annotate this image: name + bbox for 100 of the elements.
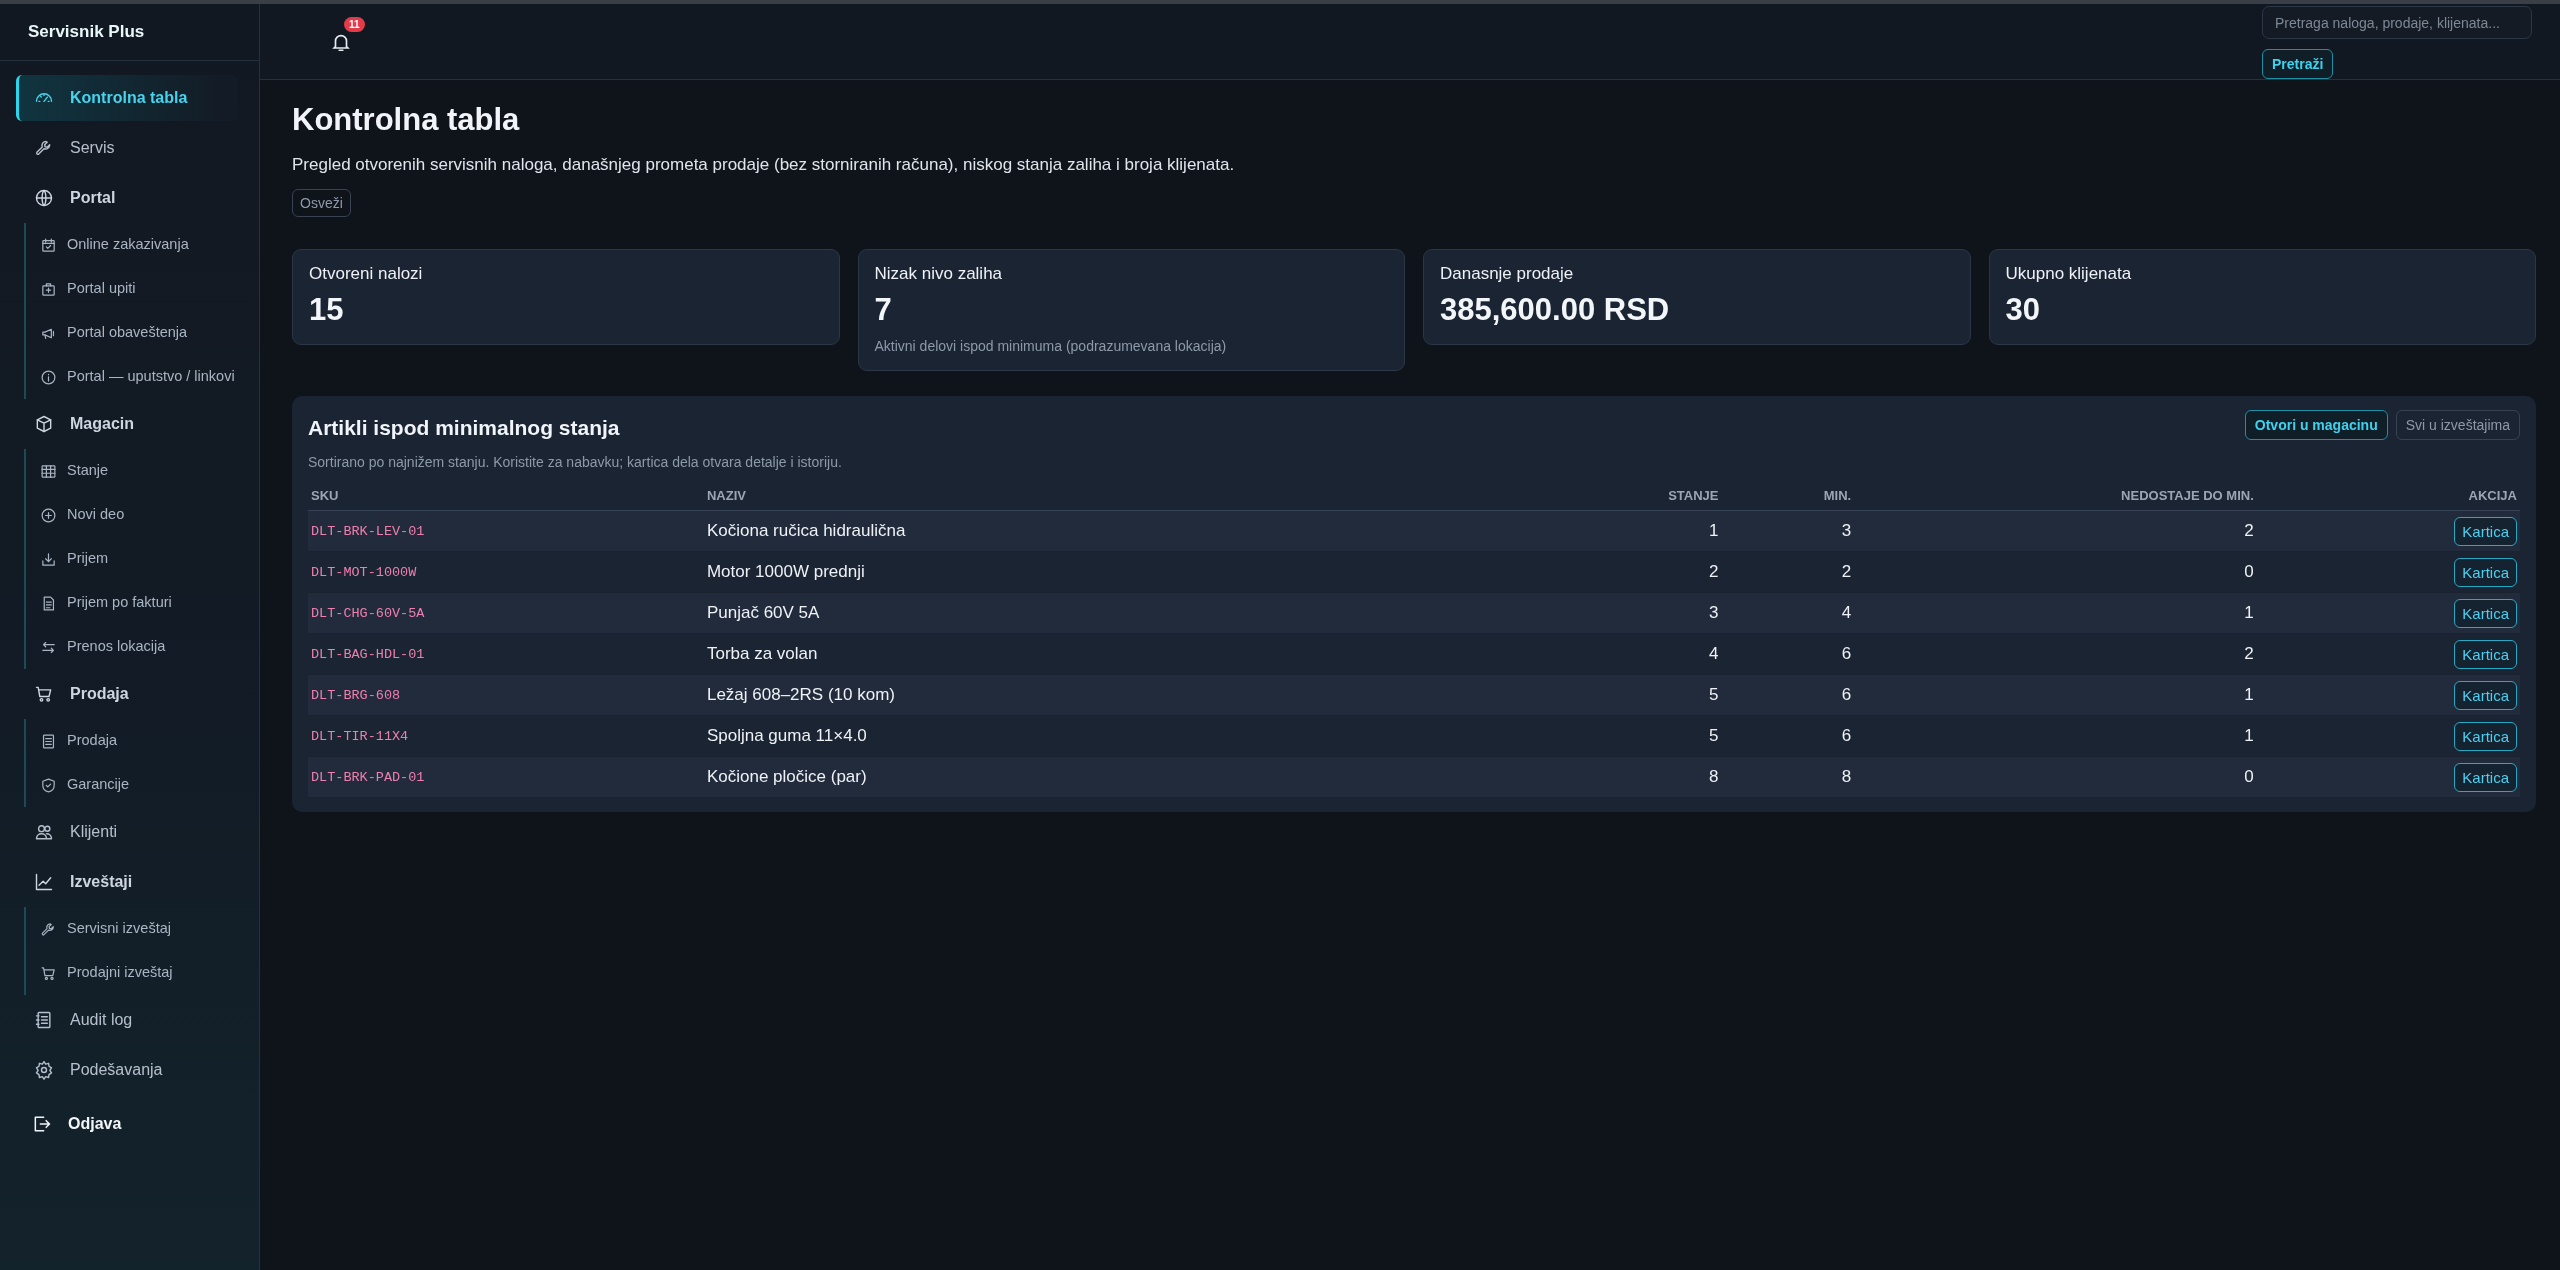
name-cell: Torba za volan xyxy=(703,633,1390,675)
name-cell: Ležaj 608–2RS (10 kom) xyxy=(703,674,1390,716)
settings-icon xyxy=(34,1060,54,1080)
missing-cell: 0 xyxy=(1854,551,2257,593)
cart-icon xyxy=(40,964,57,982)
card-button[interactable]: Kartica xyxy=(2454,557,2517,587)
nav-item[interactable]: Izveštaji xyxy=(16,859,238,905)
stat-note: Aktivni delovi ispod minimuma (podrazumevana lokacija) xyxy=(874,338,1228,354)
card-button[interactable]: Kartica xyxy=(2454,516,2517,546)
stat-label: Ukupno klijenata xyxy=(2005,264,2133,284)
stat-value: 30 xyxy=(2005,292,2041,328)
page-description: Pregled otvorenih servisnih naloga, današnjeg prometa prodaje (bez storniranih računa), niskog stanja zaliha i broja klijenata. xyxy=(292,155,1236,175)
missing-cell: 2 xyxy=(1854,633,2257,675)
panel-button[interactable]: Otvori u magacinu xyxy=(2244,410,2388,440)
card-button[interactable]: Kartica xyxy=(2454,598,2517,628)
nav-subitem[interactable]: Portal — uputstvo / linkovi xyxy=(26,355,236,399)
missing-cell: 2 xyxy=(1854,510,2257,552)
page-title: Kontrolna tabla xyxy=(292,102,521,138)
sku-cell: DLT-CHG-60V-5A xyxy=(308,592,704,634)
sku-cell: DLT-BRG-608 xyxy=(308,674,704,716)
brand-name: Servisnik Plus xyxy=(0,4,259,61)
min-cell: 2 xyxy=(1721,551,1855,593)
nav-subitem[interactable]: Prijem po fakturi xyxy=(26,581,236,625)
nav-subitem[interactable]: Portal obaveštenja xyxy=(26,311,236,355)
column-header: STANJE xyxy=(1389,482,1722,511)
nav-subitem[interactable]: Portal upiti xyxy=(26,267,236,311)
nav-subitem[interactable]: Servisni izveštaj xyxy=(26,907,236,951)
users-icon xyxy=(34,822,54,842)
download-icon xyxy=(40,550,57,568)
chart-icon xyxy=(34,872,54,892)
missing-cell: 1 xyxy=(1854,715,2257,757)
nav-item[interactable]: Magacin xyxy=(16,401,238,447)
nav-subitem[interactable]: Stanje xyxy=(26,449,236,493)
nav-item[interactable]: Servis xyxy=(16,125,238,171)
plus-circle-icon xyxy=(40,506,57,524)
info-icon xyxy=(40,368,57,386)
panel-subtitle: Sortirano po najnižem stanju. Koristite za nabavku; kartica dela otvara detalje i istoriju. xyxy=(308,454,843,470)
stock-cell: 2 xyxy=(1389,551,1722,593)
calendar-icon xyxy=(40,236,57,254)
stat-label: Nizak nivo zaliha xyxy=(874,264,1004,284)
stock-cell: 5 xyxy=(1389,715,1722,757)
stock-cell: 4 xyxy=(1389,633,1722,675)
nav-item[interactable]: Klijenti xyxy=(16,809,238,855)
stat-value: 7 xyxy=(874,292,893,328)
cart-icon xyxy=(34,684,54,704)
stat-value: 385,600.00 RSD xyxy=(1440,292,1671,328)
box-icon xyxy=(34,414,54,434)
name-cell: Kočione pločice (par) xyxy=(703,756,1390,798)
nav-subitem[interactable]: Prijem xyxy=(26,537,236,581)
column-header: NEDOSTAJE DO MIN. xyxy=(1854,482,2257,511)
shield-icon xyxy=(40,776,57,794)
missing-cell: 1 xyxy=(1854,592,2257,634)
panel-title: Artikli ispod minimalnog stanja xyxy=(308,416,620,440)
nav-subitem[interactable]: Prodajni izveštaj xyxy=(26,951,236,995)
grid-icon xyxy=(40,462,57,480)
nav-item[interactable]: Kontrolna tabla xyxy=(16,75,238,121)
panel-button[interactable]: Svi u izveštajima xyxy=(2395,410,2520,440)
min-cell: 8 xyxy=(1721,756,1855,798)
logout-button[interactable]: Odjava xyxy=(16,1101,216,1147)
nav-subitem[interactable]: Online zakazivanja xyxy=(26,223,236,267)
search-field[interactable]: Pretraga naloga, prodaje, klijenata... xyxy=(2262,6,2532,39)
column-header: MIN. xyxy=(1721,482,1855,511)
sku-cell: DLT-BRK-PAD-01 xyxy=(308,756,704,798)
sku-cell: DLT-BAG-HDL-01 xyxy=(308,633,704,675)
name-cell: Kočiona ručica hidraulična xyxy=(703,510,1390,552)
min-cell: 6 xyxy=(1721,715,1855,757)
stock-cell: 5 xyxy=(1389,674,1722,716)
nav-item[interactable]: Portal xyxy=(16,175,238,221)
stat-label: Otvoreni nalozi xyxy=(309,264,424,284)
nav-item[interactable]: Audit log xyxy=(16,997,238,1043)
nav-subitem[interactable]: Garancije xyxy=(26,763,236,807)
nav-subitem[interactable]: Prodaja xyxy=(26,719,236,763)
nav-subitem[interactable]: Novi deo xyxy=(26,493,236,537)
logout-icon xyxy=(32,1114,52,1134)
min-cell: 6 xyxy=(1721,674,1855,716)
nav-subitem[interactable]: Prenos lokacija xyxy=(26,625,236,669)
stat-value: 15 xyxy=(309,292,345,328)
sku-cell: DLT-BRK-LEV-01 xyxy=(308,510,704,552)
missing-cell: 1 xyxy=(1854,674,2257,716)
sku-cell: DLT-TIR-11X4 xyxy=(308,715,704,757)
stock-cell: 8 xyxy=(1389,756,1722,798)
nav-item[interactable]: Podešavanja xyxy=(16,1047,238,1093)
refresh-button[interactable]: Osveži xyxy=(292,189,351,217)
name-cell: Punjač 60V 5A xyxy=(703,592,1390,634)
bag-icon xyxy=(40,280,57,298)
globe-icon xyxy=(34,188,54,208)
name-cell: Motor 1000W prednji xyxy=(703,551,1390,593)
notification-badge: 11 xyxy=(344,17,365,32)
column-header: NAZIV xyxy=(703,482,1390,511)
name-cell: Spoljna guma 11×4.0 xyxy=(703,715,1390,757)
min-cell: 6 xyxy=(1721,633,1855,675)
wrench-icon xyxy=(40,920,57,938)
card-button[interactable]: Kartica xyxy=(2454,762,2517,792)
search-button[interactable]: Pretraži xyxy=(2262,49,2334,79)
card-button[interactable]: Kartica xyxy=(2454,680,2517,710)
nav-item[interactable]: Prodaja xyxy=(16,671,238,717)
card-button[interactable]: Kartica xyxy=(2454,639,2517,669)
stock-cell: 3 xyxy=(1389,592,1722,634)
card-button[interactable]: Kartica xyxy=(2454,721,2517,751)
min-cell: 3 xyxy=(1721,510,1855,552)
